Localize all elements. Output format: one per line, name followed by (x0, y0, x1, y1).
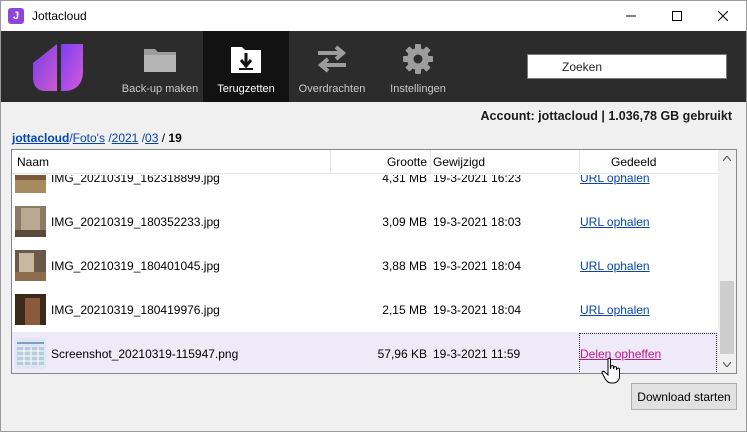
toolbar-settings-label: Instellingen (390, 83, 446, 95)
hand-cursor-icon (601, 357, 620, 384)
file-modified: 19-3-2021 11:59 (433, 347, 521, 361)
toolbar-backup[interactable]: Back-up maken (117, 31, 203, 102)
chevron-down-icon (723, 362, 731, 367)
maximize-icon (672, 11, 682, 21)
gear-icon (398, 41, 438, 77)
file-name: IMG_20210319_180401045.jpg (51, 259, 220, 273)
search-placeholder: Zoeken (562, 60, 603, 74)
download-box-icon (226, 41, 266, 77)
table-row[interactable]: IMG_20210319_162318899.jpg 4,31 MB 19-3-… (12, 175, 718, 200)
file-name: IMG_20210319_162318899.jpg (51, 175, 220, 185)
download-start-button[interactable]: Download starten (631, 383, 737, 410)
table-row[interactable]: IMG_20210319_180352233.jpg 3,09 MB 19-3-… (12, 200, 718, 244)
toolbar-settings[interactable]: Instellingen (375, 31, 461, 102)
file-list[interactable]: Naam Grootte Gewijzigd Gedeeld IMG_20210… (11, 149, 737, 374)
file-name: IMG_20210319_180419976.jpg (51, 303, 220, 317)
breadcrumb-current: 19 (168, 131, 182, 145)
file-thumbnail (15, 206, 46, 237)
scroll-down-button[interactable] (718, 356, 736, 373)
file-size: 4,31 MB (382, 175, 427, 185)
column-header-shared[interactable]: Gedeeld (611, 150, 656, 174)
search-input[interactable]: Zoeken (527, 54, 727, 79)
jottacloud-logo-icon (33, 44, 83, 91)
breadcrumb-root[interactable]: jottacloud (12, 131, 69, 145)
title-bar: J Jottacloud (1, 1, 746, 31)
table-row[interactable]: IMG_20210319_180401045.jpg 3,88 MB 19-3-… (12, 244, 718, 288)
scroll-up-button[interactable] (718, 150, 736, 167)
file-list-header: Naam Grootte Gewijzigd Gedeeld (12, 150, 718, 174)
file-size: 3,09 MB (382, 215, 427, 229)
file-size: 3,88 MB (382, 259, 427, 273)
close-icon (718, 11, 728, 21)
get-url-link[interactable]: URL ophalen (580, 259, 650, 273)
file-name: Screenshot_20210319-115947.png (51, 347, 239, 361)
minimize-icon (626, 15, 636, 17)
toolbar-transfers-label: Overdrachten (298, 83, 366, 95)
breadcrumb-photos[interactable]: Foto's (73, 131, 105, 145)
get-url-link[interactable]: URL ophalen (580, 303, 650, 317)
get-url-link[interactable]: URL ophalen (580, 215, 650, 229)
account-usage: Account: jottacloud | 1.036,78 GB gebrui… (480, 109, 732, 123)
file-name: IMG_20210319_180352233.jpg (51, 215, 220, 229)
jottacloud-app-icon: J (8, 8, 24, 24)
file-thumbnail (15, 175, 46, 193)
get-url-link[interactable]: URL ophalen (580, 175, 650, 185)
column-header-name[interactable]: Naam (17, 150, 49, 174)
file-thumbnail (15, 250, 46, 281)
chevron-up-icon (723, 156, 731, 161)
breadcrumb: jottacloud/Foto's /2021 /03 / 19 (12, 131, 182, 145)
minimize-button[interactable] (608, 1, 654, 31)
file-modified: 19-3-2021 18:04 (433, 303, 522, 317)
file-modified: 19-3-2021 16:23 (433, 175, 522, 185)
table-row[interactable]: IMG_20210319_180419976.jpg 2,15 MB 19-3-… (12, 288, 718, 332)
toolbar-transfers[interactable]: Overdrachten (289, 31, 375, 102)
folder-icon (140, 41, 180, 77)
main-toolbar: Back-up maken Terugzetten Overdrachten I… (1, 31, 746, 102)
file-modified: 19-3-2021 18:03 (433, 215, 522, 229)
file-rows: IMG_20210319_162318899.jpg 4,31 MB 19-3-… (12, 175, 718, 373)
close-button[interactable] (700, 1, 746, 31)
file-size: 2,15 MB (382, 303, 427, 317)
transfer-arrows-icon (312, 41, 352, 77)
vertical-scrollbar[interactable] (718, 150, 736, 373)
breadcrumb-month[interactable]: 03 (145, 131, 158, 145)
toolbar-restore[interactable]: Terugzetten (203, 31, 289, 102)
file-thumbnail (15, 294, 46, 325)
file-size: 57,96 KB (377, 347, 427, 361)
breadcrumb-year[interactable]: 2021 (112, 131, 139, 145)
toolbar-restore-label: Terugzetten (217, 83, 275, 95)
maximize-button[interactable] (654, 1, 700, 31)
scrollbar-thumb[interactable] (720, 281, 734, 354)
file-thumbnail (15, 338, 46, 369)
column-header-modified[interactable]: Gewijzigd (433, 150, 485, 174)
app-window: J Jottacloud Back-up maken Terugzetten O… (0, 0, 747, 432)
toolbar-backup-label: Back-up maken (121, 83, 199, 95)
window-title: Jottacloud (32, 9, 87, 23)
file-modified: 19-3-2021 18:04 (433, 259, 522, 273)
column-header-size[interactable]: Grootte (332, 150, 427, 174)
